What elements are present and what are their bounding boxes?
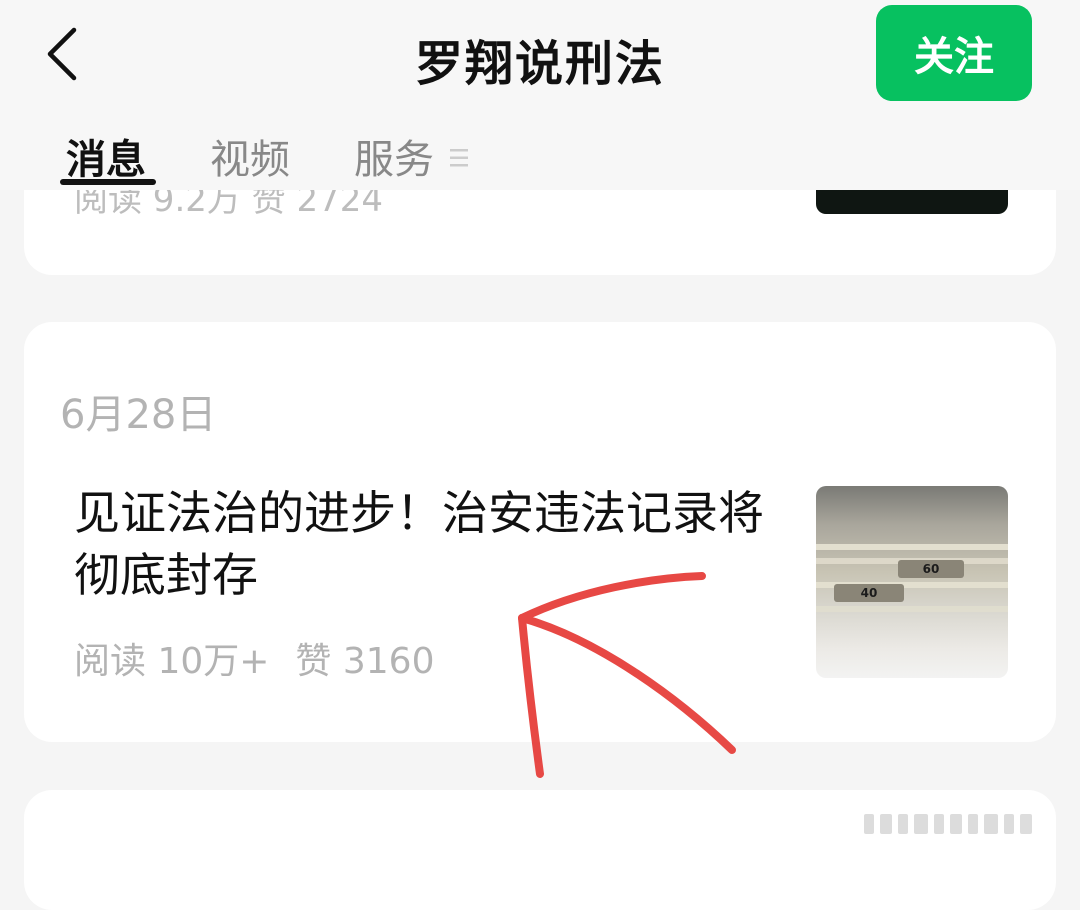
tab-messages[interactable]: 消息 [66,127,146,185]
tab-services[interactable]: 服务 [354,127,434,185]
article-thumbnail[interactable]: 60 40 [816,486,1008,678]
chevron-left-icon [47,27,77,81]
watermark-logo [864,814,1032,834]
article-stats: 阅读 10万+ 赞 3160 [74,632,434,684]
active-tab-indicator [60,179,156,185]
top-bar: 罗翔说刑法 关注 [0,0,1080,115]
menu-lines-icon[interactable] [450,139,468,177]
folder-tab-graphic: 40 [834,584,904,602]
like-count: 赞 3160 [295,641,435,682]
follow-button[interactable]: 关注 [876,5,1032,101]
article-title[interactable]: 见证法治的进步！治安违法记录将彻底封存 [74,482,774,606]
tab-videos[interactable]: 视频 [210,127,290,185]
article-date: 6月28日 [60,392,217,438]
article-card[interactable]: 6月28日 见证法治的进步！治安违法记录将彻底封存 阅读 10万+ 赞 3160 … [24,322,1056,742]
read-count: 阅读 10万+ [74,641,270,682]
folder-tab-graphic: 60 [898,560,964,578]
back-button[interactable] [34,22,88,86]
tab-bar: 消息 视频 服务 [0,115,1080,190]
